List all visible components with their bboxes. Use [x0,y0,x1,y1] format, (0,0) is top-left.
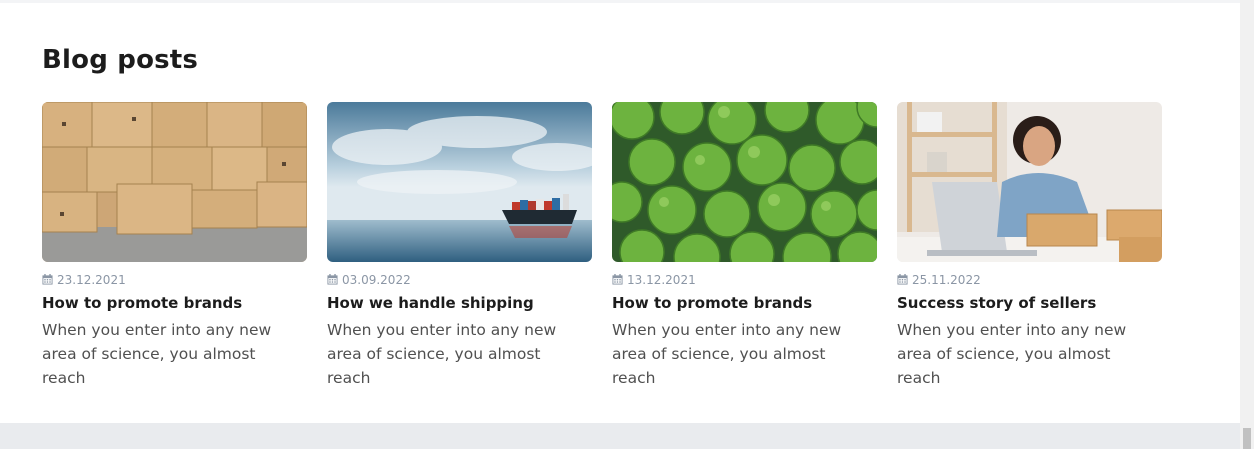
post-excerpt: When you enter into any new area of scie… [612,321,842,387]
post-title-link[interactable]: How to promote brands [42,294,307,313]
post-title-link[interactable]: How we handle shipping [327,294,592,313]
scrollbar-thumb[interactable] [1243,428,1251,449]
post-image-ship[interactable] [327,102,592,262]
post-date-text: 03.09.2022 [342,272,411,287]
blog-post-card[interactable]: 13.12.2021 How to promote brands When yo… [612,102,877,390]
section-title: Blog posts [42,45,199,75]
page-scrollbar[interactable] [1240,0,1254,449]
calendar-icon [42,274,53,285]
blog-post-card[interactable]: 23.12.2021 How to promote brands When yo… [42,102,307,390]
post-image-limes[interactable] [612,102,877,262]
limes-image [612,102,877,262]
calendar-icon [897,274,908,285]
footer-band [0,423,1240,449]
blog-posts-list: 23.12.2021 How to promote brands When yo… [42,102,1162,390]
post-date-text: 13.12.2021 [627,272,696,287]
post-date: 23.12.2021 [42,272,307,287]
woman-with-parcels-image [897,102,1162,262]
post-date-text: 23.12.2021 [57,272,126,287]
post-image-boxes[interactable] [42,102,307,262]
post-title-link[interactable]: Success story of sellers [897,294,1162,313]
post-excerpt: When you enter into any new area of scie… [897,321,1127,387]
post-date-text: 25.11.2022 [912,272,981,287]
post-image-seller[interactable] [897,102,1162,262]
blog-post-card[interactable]: 03.09.2022 How we handle shipping When y… [327,102,592,390]
post-date: 25.11.2022 [897,272,1162,287]
blog-posts-section: Blog posts 23.12.2021 How to promote bra… [0,3,1240,423]
post-title-link[interactable]: How to promote brands [612,294,877,313]
blog-post-card[interactable]: 25.11.2022 Success story of sellers When… [897,102,1162,390]
calendar-icon [612,274,623,285]
calendar-icon [327,274,338,285]
post-date: 13.12.2021 [612,272,877,287]
post-excerpt: When you enter into any new area of scie… [327,321,557,387]
cargo-ship-image [327,102,592,262]
cardboard-boxes-image [42,102,307,262]
post-date: 03.09.2022 [327,272,592,287]
post-excerpt: When you enter into any new area of scie… [42,321,272,387]
